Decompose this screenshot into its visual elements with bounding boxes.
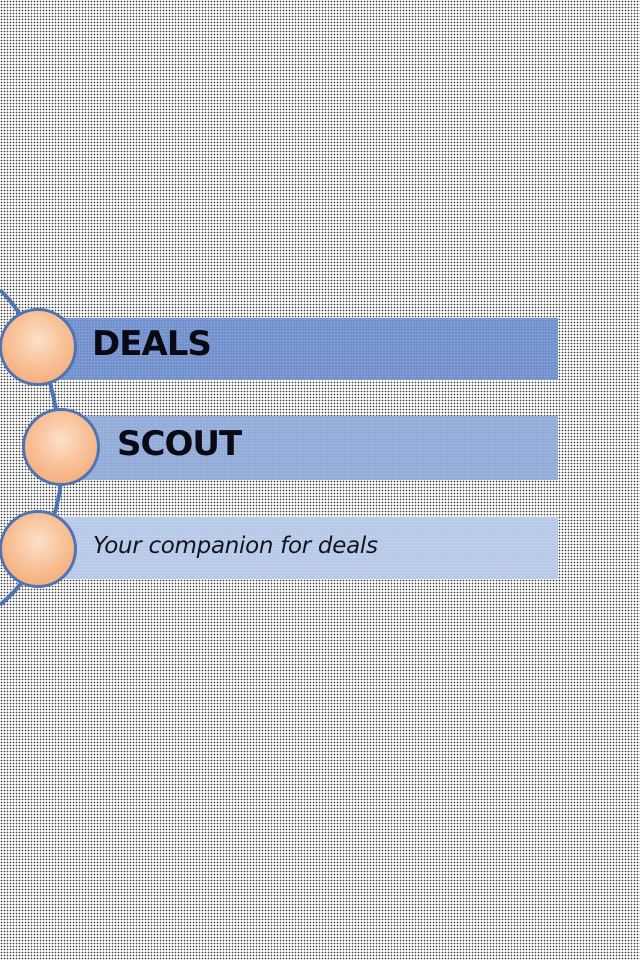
bullet-circle-deals bbox=[0, 308, 77, 386]
bullet-circle-scout bbox=[22, 408, 100, 486]
title-deals: DEALS bbox=[92, 324, 212, 364]
bullet-circle-tagline bbox=[0, 510, 77, 588]
connector-arc bbox=[0, 288, 64, 607]
tagline-text: Your companion for deals bbox=[93, 533, 378, 559]
title-scout: SCOUT bbox=[117, 424, 242, 464]
